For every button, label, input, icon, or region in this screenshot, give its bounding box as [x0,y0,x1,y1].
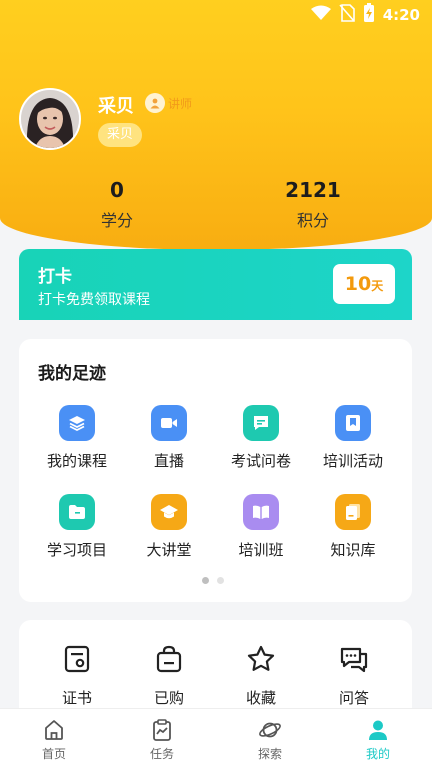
footprint-item-my-courses[interactable]: 我的课程 [31,405,123,471]
home-icon [42,718,66,742]
footprint-item-activities[interactable]: 培训活动 [307,405,399,471]
graduation-cap-icon [151,494,187,530]
footprint-card: 我的足迹 我的课程 直播 考试问卷 培训活动 学习项目 大讲堂 培训班 知识库 [19,339,412,602]
footprint-item-label: 直播 [153,452,184,470]
service-qa[interactable]: 问答 [314,644,394,708]
message-icon [243,405,279,441]
footprint-item-live[interactable]: 直播 [123,405,215,471]
tab-label: 探索 [257,747,282,761]
tab-home[interactable]: 首页 [0,709,108,768]
task-icon [150,718,174,742]
role-badge: 讲师 [145,93,192,113]
service-purchased[interactable]: 已购 [129,644,209,708]
checkin-banner[interactable]: 打卡 打卡免费领取课程 10天 [19,249,412,320]
tab-explore[interactable]: 探索 [216,709,324,768]
wifi-icon [310,5,331,25]
footprint-item-exams[interactable]: 考试问卷 [215,405,307,471]
tab-label: 我的 [365,747,390,761]
tab-label: 任务 [149,747,174,761]
service-label: 证书 [61,689,92,707]
footprint-item-label: 培训班 [238,541,284,559]
points-label: 积分 [296,211,329,230]
tab-tasks[interactable]: 任务 [108,709,216,768]
planet-icon [258,718,282,742]
footprint-item-label: 学习项目 [46,541,107,559]
chat-icon [339,644,369,674]
footprint-item-label: 培训活动 [322,452,383,470]
footprint-item-label: 我的课程 [46,452,107,470]
service-certificate[interactable]: 证书 [37,644,117,708]
no-sim-icon [339,4,355,26]
bottom-tab-bar: 首页 任务 探索 我的 [0,708,432,768]
credits-value: 0 [110,178,124,202]
checkin-days-unit: 天 [371,279,384,293]
page-dot[interactable] [217,577,224,584]
video-camera-icon [151,405,187,441]
certificate-icon [62,644,92,674]
page-indicator [202,577,224,584]
role-label: 讲师 [168,96,193,111]
status-bar: 4:20 [0,0,432,30]
documents-icon [335,494,371,530]
checkin-subtitle: 打卡免费领取课程 [38,292,150,308]
user-icon [366,718,390,742]
credits-stat[interactable]: 0 学分 [57,178,177,231]
points-stat[interactable]: 2121 积分 [253,178,373,231]
tab-mine[interactable]: 我的 [324,709,432,768]
footprint-item-label: 大讲堂 [146,541,192,559]
tab-label: 首页 [41,747,66,761]
layers-icon [59,405,95,441]
footprint-item-projects[interactable]: 学习项目 [31,494,123,560]
footprint-item-training-class[interactable]: 培训班 [215,494,307,560]
footprint-item-knowledge-base[interactable]: 知识库 [307,494,399,560]
checkin-title: 打卡 [38,267,72,287]
bookmark-icon [335,405,371,441]
service-label: 已购 [153,689,184,707]
service-favorites[interactable]: 收藏 [221,644,301,708]
checkin-days-count: 10 [344,273,372,295]
profile-header: 4:20 采贝 讲师 采贝 0 学分 2121 积分 [0,0,432,250]
status-time: 4:20 [382,6,420,24]
book-icon [243,494,279,530]
avatar[interactable] [19,88,81,150]
checkin-days-badge[interactable]: 10天 [333,264,395,304]
service-label: 问答 [338,689,369,707]
user-name: 采贝 [98,96,134,117]
folder-icon [59,494,95,530]
lecturer-icon [145,93,165,113]
battery-icon [363,3,375,27]
name-tag: 采贝 [98,123,143,147]
footprint-item-label: 考试问卷 [230,452,291,470]
footprint-title: 我的足迹 [38,364,106,384]
service-label: 收藏 [245,689,276,707]
shopping-bag-icon [154,644,184,674]
points-value: 2121 [285,178,341,202]
footprint-item-label: 知识库 [330,541,376,559]
footprint-item-lecture-hall[interactable]: 大讲堂 [123,494,215,560]
star-icon [246,644,276,674]
credits-label: 学分 [100,211,133,230]
page-dot-active[interactable] [202,577,209,584]
